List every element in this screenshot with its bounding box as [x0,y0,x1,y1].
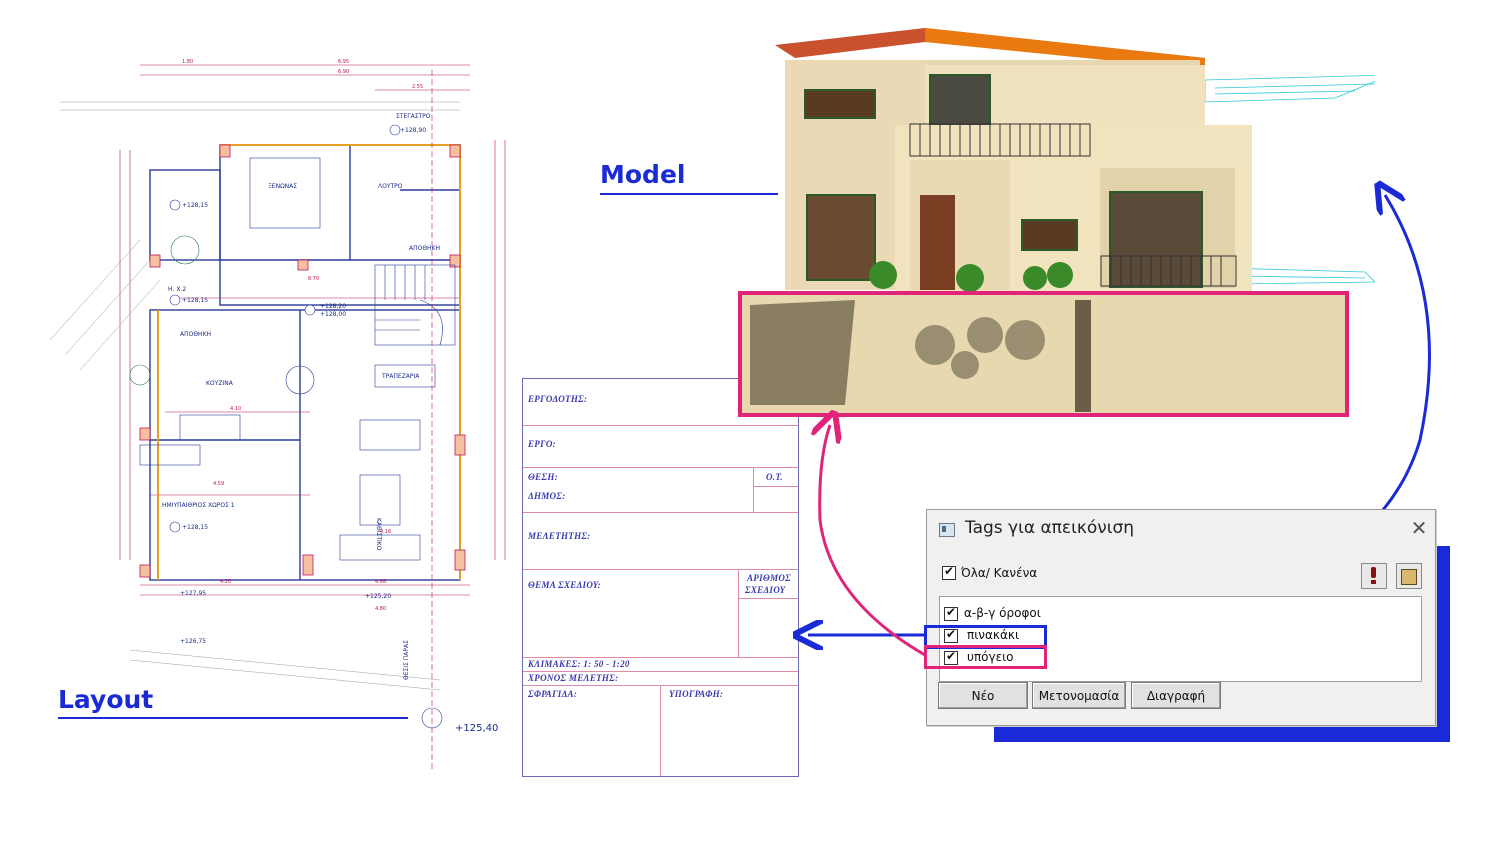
delete-button[interactable]: Διαγραφή [1131,682,1221,709]
dialog-window-icon [939,523,955,537]
rename-button[interactable]: Μετονομασία [1032,682,1126,709]
close-icon[interactable]: ✕ [1409,518,1429,538]
all-none-checkbox[interactable] [942,564,956,580]
tool-exclaim-button[interactable] [1361,563,1387,589]
edit-icon [1401,569,1417,585]
exclaim-icon [1371,567,1376,578]
new-button[interactable]: Νέο [938,682,1028,709]
dialog-title: Tags για απεικόνιση [965,518,1135,538]
tags-dialog: Tags για απεικόνιση ✕ Όλα/ Κανένα α-β-γ … [924,509,1436,726]
tool-edit-button[interactable] [1396,563,1422,589]
highlight-basement-tag [924,645,1047,669]
tag-label-floors: α-β-γ όροφοι [964,606,1041,620]
tag-checkbox-floors[interactable] [944,605,958,621]
all-none-label: Όλα/ Κανένα [961,566,1038,580]
